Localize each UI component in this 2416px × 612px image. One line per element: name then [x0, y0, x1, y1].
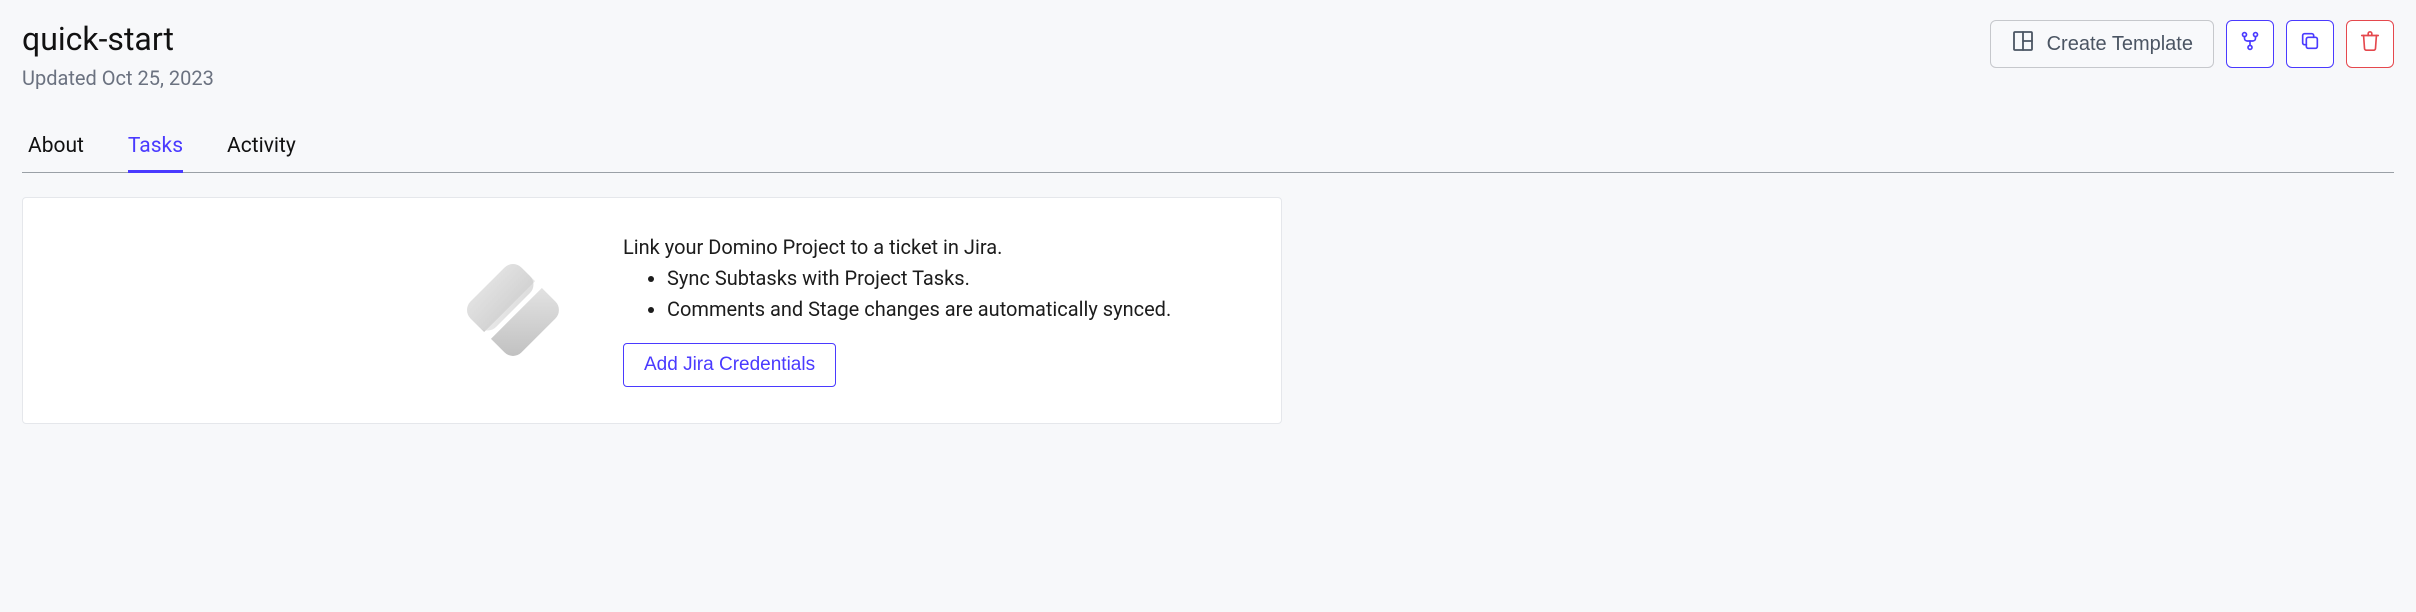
title-block: quick-start Updated Oct 25, 2023 [22, 20, 214, 90]
tab-about[interactable]: About [28, 126, 84, 173]
add-jira-credentials-button[interactable]: Add Jira Credentials [623, 343, 836, 387]
jira-panel: Link your Domino Project to a ticket in … [22, 197, 1282, 424]
updated-timestamp: Updated Oct 25, 2023 [22, 66, 214, 90]
tab-tasks[interactable]: Tasks [128, 126, 183, 173]
header-toolbar: Create Template [1990, 20, 2394, 68]
page-header: quick-start Updated Oct 25, 2023 Create … [22, 20, 2394, 90]
copy-button[interactable] [2286, 20, 2334, 68]
tab-activity[interactable]: Activity [227, 126, 296, 173]
fork-button[interactable] [2226, 20, 2274, 68]
tab-bar: About Tasks Activity [22, 126, 2394, 173]
jira-bullet: Comments and Stage changes are automatic… [667, 294, 1241, 325]
jira-bullet: Sync Subtasks with Project Tasks. [667, 263, 1241, 294]
trash-icon [2359, 30, 2381, 58]
copy-icon [2299, 30, 2321, 58]
delete-button[interactable] [2346, 20, 2394, 68]
create-template-button[interactable]: Create Template [1990, 20, 2214, 68]
jira-heading: Link your Domino Project to a ticket in … [623, 232, 1241, 263]
jira-panel-text: Link your Domino Project to a ticket in … [623, 232, 1241, 387]
jira-icon [443, 250, 623, 370]
page-title: quick-start [22, 20, 214, 58]
create-template-label: Create Template [2047, 33, 2193, 56]
jira-bullet-list: Sync Subtasks with Project Tasks. Commen… [667, 263, 1241, 325]
fork-icon [2239, 30, 2261, 58]
template-icon [2011, 29, 2035, 59]
